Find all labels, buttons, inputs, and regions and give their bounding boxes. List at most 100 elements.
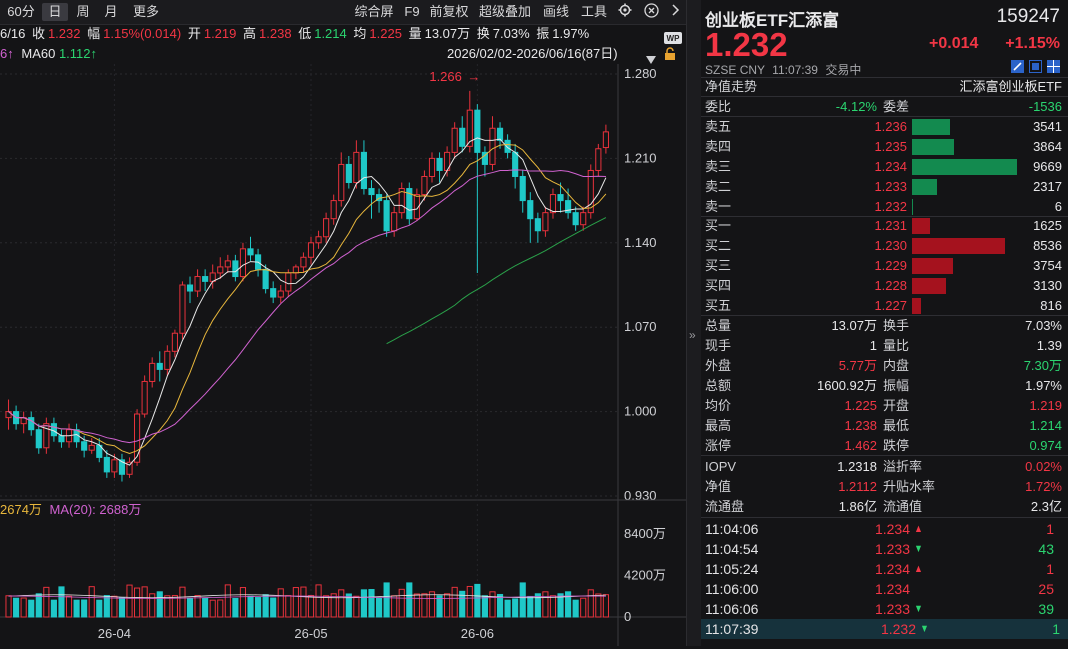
stats-row: 现手 1 量比 1.39 (701, 336, 1062, 356)
volume-legend: 2674万 MA(20): 2688万 (0, 500, 141, 520)
chart-toolbar: 60分 日 周 月 更多 综合屏 F9 前复权 超级叠加 画线 工具 (0, 0, 686, 25)
bid-row[interactable]: 买一 1.231 1625 (701, 216, 1062, 236)
stats-value-right: 1.214 (1029, 418, 1062, 433)
wp-badge-icon[interactable]: WP (664, 30, 682, 50)
last-price: 1.232 (705, 26, 788, 63)
ask-volume-bar (912, 179, 938, 195)
volume-bar (512, 598, 519, 618)
candle (277, 285, 284, 304)
ma-legend-line: 6↑ MA60 1.112↑ 2026/02/02-2026/06/16(87日… (0, 32, 686, 64)
ask-row[interactable]: 卖五 1.236 3541 (701, 117, 1062, 137)
volume-value: 2674万 (0, 502, 42, 517)
kline-chart[interactable]: 1.280 1.210 1.140 1.070 1.000 0.930 26-04 26-05… (0, 64, 686, 646)
candle (602, 124, 609, 154)
multi-screen-button[interactable]: 综合屏 (350, 3, 398, 21)
volume-bar (307, 595, 315, 618)
ask-volume-bar (912, 139, 954, 155)
candle (451, 122, 458, 159)
candle (549, 188, 557, 219)
volume-bar (398, 588, 405, 618)
bid-volume: 8536 (1033, 238, 1062, 253)
stats-value-left: 1.238 (844, 418, 877, 433)
f9-button[interactable]: F9 (401, 3, 423, 21)
tick-row[interactable]: 11:06:00 1.234 25 (701, 579, 1062, 599)
tab-more[interactable]: 更多 (129, 3, 163, 21)
volume-bar (270, 597, 277, 618)
volume-bar (81, 599, 88, 618)
candle (224, 254, 231, 273)
volume-bar (224, 584, 231, 618)
volume-bar (292, 587, 299, 618)
ma60-line (386, 217, 607, 345)
ask-row[interactable]: 卖二 1.233 2317 (701, 177, 1062, 197)
candle (126, 457, 133, 478)
tab-week[interactable]: 周 (72, 3, 94, 21)
panel-divider[interactable]: » (686, 0, 702, 646)
stats-label-left: 均价 (705, 398, 732, 413)
volume-bar (323, 595, 330, 618)
period-selector[interactable]: 60分 (2, 3, 40, 21)
ask-row[interactable]: 卖四 1.235 3864 (701, 137, 1062, 157)
adjust-button[interactable]: 前复权 (426, 3, 472, 21)
ask-row[interactable]: 卖一 1.232 6 (701, 197, 1062, 217)
tick-row[interactable]: 11:04:06 1.234 ▲ 1 (701, 519, 1062, 539)
nav-title[interactable]: 净值走势 (705, 77, 757, 97)
draw-button[interactable]: 画线 (540, 3, 572, 21)
ask-row[interactable]: 卖三 1.234 9669 (701, 157, 1062, 177)
bid-price: 1.228 (874, 278, 907, 293)
bid-row[interactable]: 买五 1.227 816 (701, 296, 1062, 316)
candle (20, 411, 27, 434)
collapse-chevron-icon[interactable] (666, 3, 684, 21)
grid-icon[interactable] (1047, 60, 1060, 76)
close-circle-icon[interactable] (642, 3, 660, 21)
stats-row: 均价 1.225 开盘 1.219 (701, 396, 1062, 416)
ask-price: 1.232 (874, 199, 907, 214)
date-tick-label: 26-04 (98, 626, 131, 641)
tick-row[interactable]: 11:07:39 1.232 ▼ 1 (701, 619, 1068, 639)
stats-value-right: 7.30万 (1023, 358, 1062, 373)
tick-row[interactable]: 11:04:54 1.233 ▼ 43 (701, 539, 1062, 559)
tools-button[interactable]: 工具 (578, 3, 610, 21)
candle (338, 152, 345, 207)
bid-row[interactable]: 买三 1.229 3754 (701, 256, 1062, 276)
volume-bar (519, 582, 526, 618)
order-ratio-row: 委比 -4.12% 委差 -1536 (701, 97, 1062, 117)
open-label: 开 (187, 26, 201, 41)
price-change: +0.014 (929, 35, 979, 52)
nav-section-row[interactable]: 净值走势 汇添富创业板ETF (701, 77, 1062, 97)
ask-volume: 6 (1054, 199, 1062, 214)
volume-bar (239, 587, 247, 618)
bid-label: 买五 (705, 298, 732, 313)
edit-icon[interactable] (1011, 60, 1024, 76)
tick-price: 1.234 (874, 581, 910, 597)
candle (413, 188, 420, 222)
tab-month[interactable]: 月 (100, 3, 122, 21)
volume-bar (164, 595, 171, 618)
order-diff-label: 委差 (883, 99, 910, 114)
kline-svg[interactable]: 1.280 1.210 1.140 1.070 1.000 0.930 26-04 26-05… (0, 64, 686, 646)
bid-row[interactable]: 买四 1.228 3130 (701, 276, 1062, 296)
bid-row[interactable]: 买二 1.230 8536 (701, 236, 1062, 256)
candle (534, 212, 541, 243)
bid-volume-bar (912, 238, 1005, 254)
volume-bar (13, 597, 20, 618)
settings-gear-icon[interactable] (616, 3, 634, 21)
tab-day[interactable]: 日 (42, 3, 68, 21)
close-label: 收 (31, 26, 45, 41)
volume-bar (451, 586, 458, 618)
volume-bar (28, 599, 35, 618)
bid-label: 买二 (705, 238, 732, 253)
candle (50, 417, 57, 442)
candle (406, 182, 413, 225)
volume-bar (360, 589, 368, 618)
expand-arrow-icon[interactable]: » (689, 328, 696, 342)
stats-row: 最高 1.238 最低 1.214 (701, 416, 1062, 436)
window-icon[interactable] (1029, 60, 1042, 76)
tick-row[interactable]: 11:05:24 1.234 ▲ 1 (701, 559, 1062, 579)
date-range: 2026/02/02-2026/06/16(87日) (447, 46, 618, 61)
overlay-button[interactable]: 超级叠加 (475, 3, 535, 21)
candle (270, 281, 277, 304)
volume-bar (171, 595, 178, 618)
tick-volume: 43 (1038, 541, 1054, 557)
tick-row[interactable]: 11:06:06 1.233 ▼ 39 (701, 599, 1062, 619)
